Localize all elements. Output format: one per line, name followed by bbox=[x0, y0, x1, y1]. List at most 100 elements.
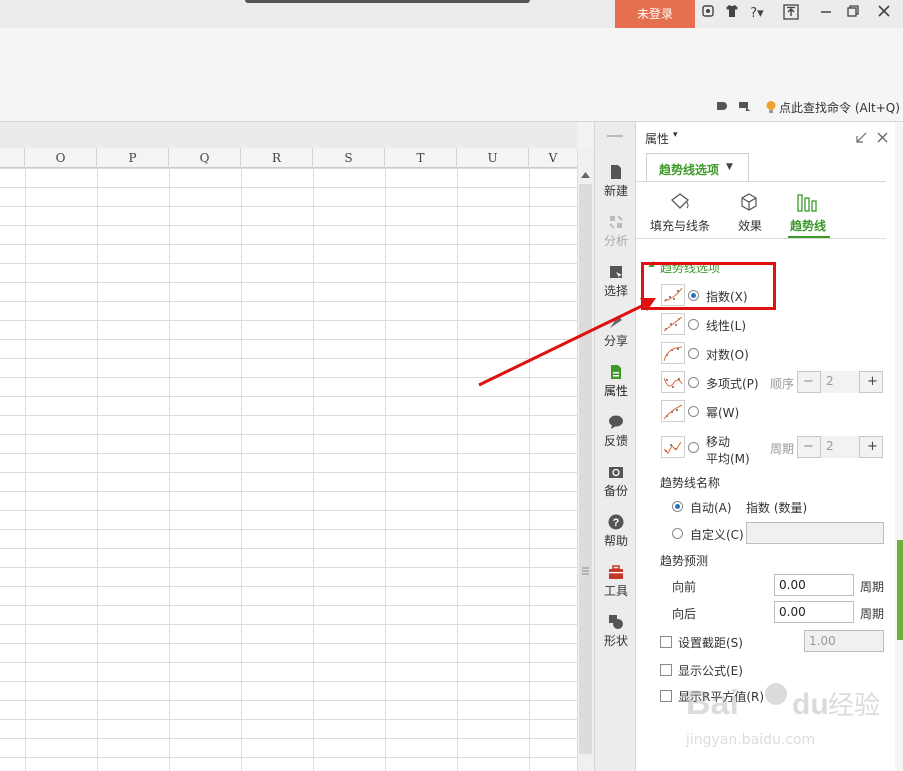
annotation-highlight-box bbox=[641, 262, 776, 310]
property-icon bbox=[611, 365, 621, 379]
radio-linear[interactable] bbox=[688, 319, 699, 330]
sidebar-item-shape[interactable]: 形状 bbox=[595, 608, 637, 656]
scroll-up-arrow-icon[interactable] bbox=[580, 168, 591, 182]
dropdown-divider bbox=[636, 181, 886, 182]
radio-log[interactable] bbox=[688, 348, 699, 359]
watermark-brand: Bai bbox=[686, 684, 739, 722]
share-icon bbox=[610, 316, 622, 328]
document-tab-indicator[interactable] bbox=[245, 0, 530, 3]
splitter-handle-icon[interactable] bbox=[580, 566, 591, 578]
doc-status-icon[interactable] bbox=[713, 100, 729, 116]
restore-icon[interactable] bbox=[842, 4, 864, 24]
polynomial-trend-icon bbox=[661, 371, 685, 393]
bar-chart-icon bbox=[797, 194, 817, 212]
column-header-q[interactable]: Q bbox=[169, 148, 241, 168]
column-header-u[interactable]: U bbox=[457, 148, 529, 168]
sidebar-item-tools[interactable]: 工具 bbox=[595, 558, 637, 606]
tab-trendline[interactable]: 趋势线 bbox=[788, 192, 830, 238]
command-search[interactable]: 点此查找命令 (Alt+Q) bbox=[779, 99, 900, 117]
cube-icon bbox=[741, 193, 757, 211]
plus-icon[interactable]: + bbox=[867, 439, 878, 454]
radio-polynomial[interactable] bbox=[688, 377, 699, 388]
column-header-v[interactable]: V bbox=[529, 148, 577, 168]
spreadsheet-grid[interactable] bbox=[0, 148, 577, 771]
checkbox-label-intercept[interactable]: 设置截距(S) bbox=[678, 634, 743, 651]
forecast-title: 趋势预测 bbox=[660, 554, 709, 568]
shirt-icon[interactable] bbox=[721, 4, 743, 24]
order-value-box[interactable]: 2 bbox=[820, 371, 860, 393]
column-header-o[interactable]: O bbox=[25, 148, 97, 168]
column-header-r[interactable]: R bbox=[241, 148, 313, 168]
panel-collapse-tab[interactable] bbox=[897, 540, 903, 640]
radio-label-log[interactable]: 对数(O) bbox=[706, 346, 749, 363]
column-header-p[interactable]: P bbox=[97, 148, 169, 168]
panel-title[interactable]: 属性 bbox=[645, 130, 669, 147]
shape-icon bbox=[609, 615, 623, 629]
formula-bar-area bbox=[0, 122, 577, 148]
radio-moving-average[interactable] bbox=[688, 442, 699, 453]
skin-icon[interactable] bbox=[697, 4, 719, 24]
sidebar-item-feedback[interactable]: 反馈 bbox=[595, 408, 637, 456]
sidebar-item-property[interactable]: 属性 bbox=[595, 358, 637, 406]
sidebar-item-label: 备份 bbox=[603, 484, 628, 498]
close-icon[interactable] bbox=[873, 4, 895, 24]
backward-input[interactable]: 0.00 bbox=[774, 601, 854, 623]
tab-label: 效果 bbox=[738, 219, 763, 233]
sidebar-item-help[interactable]: ? 帮助 bbox=[595, 508, 637, 556]
sidebar-grip[interactable] bbox=[607, 135, 623, 137]
sidebar-item-new[interactable]: 新建 bbox=[595, 158, 637, 206]
radio-custom-name[interactable] bbox=[672, 528, 683, 539]
radio-label-power[interactable]: 幂(W) bbox=[706, 404, 739, 421]
login-button[interactable]: 未登录 bbox=[615, 0, 695, 28]
tab-fill-line[interactable]: 填充与线条 bbox=[648, 192, 714, 234]
sidebar-item-select[interactable]: 选择 bbox=[595, 258, 637, 306]
column-header-s[interactable]: S bbox=[313, 148, 385, 168]
help-circle-icon: ? bbox=[608, 514, 624, 530]
plus-icon[interactable]: + bbox=[867, 374, 878, 389]
trendline-options-dropdown[interactable]: 趋势线选项 ▼ bbox=[646, 153, 749, 182]
column-header-t[interactable]: T bbox=[385, 148, 457, 168]
baidu-watermark: Bai du 经验 jingyan.baidu.com bbox=[680, 672, 890, 752]
sync-icon[interactable] bbox=[736, 100, 752, 116]
order-stepper[interactable]: − 2 + bbox=[797, 371, 883, 393]
minus-icon[interactable]: − bbox=[803, 374, 814, 389]
select-icon bbox=[610, 266, 622, 279]
order-value: 2 bbox=[826, 374, 834, 388]
checkbox-show-formula[interactable] bbox=[660, 664, 672, 676]
radio-label-custom[interactable]: 自定义(C) bbox=[690, 526, 744, 543]
radio-power[interactable] bbox=[688, 406, 699, 417]
radio-label-moving-average[interactable]: 移动 bbox=[706, 433, 730, 450]
column-header[interactable] bbox=[0, 148, 25, 168]
period-value-box[interactable]: 2 bbox=[820, 436, 860, 458]
sidebar-item-label: 新建 bbox=[603, 184, 628, 198]
scrollbar-thumb[interactable] bbox=[579, 184, 592, 754]
intercept-input[interactable]: 1.00 bbox=[804, 630, 884, 652]
sidebar-item-backup[interactable]: 备份 bbox=[595, 458, 637, 506]
panel-right-edge bbox=[895, 122, 903, 771]
checkbox-intercept[interactable] bbox=[660, 636, 672, 648]
backward-unit: 周期 bbox=[860, 607, 885, 621]
panel-title-caret-icon[interactable]: ▾ bbox=[673, 130, 678, 140]
help-icon[interactable]: ?▾ bbox=[745, 4, 769, 24]
radio-label-polynomial[interactable]: 多项式(P) bbox=[706, 375, 759, 392]
panel-close-icon[interactable] bbox=[877, 132, 888, 143]
sidebar-item-label: 分析 bbox=[603, 234, 628, 248]
radio-label-moving-average-2[interactable]: 平均(M) bbox=[706, 450, 750, 467]
radio-label-linear[interactable]: 线性(L) bbox=[706, 317, 746, 334]
period-stepper[interactable]: − 2 + bbox=[797, 436, 883, 458]
tab-effect[interactable]: 效果 bbox=[736, 192, 766, 234]
minus-icon[interactable]: − bbox=[803, 439, 814, 454]
sidebar-item-share[interactable]: 分享 bbox=[595, 308, 637, 356]
sidebar-item-label: 形状 bbox=[603, 634, 628, 648]
column-header-row: O P Q R S T U V bbox=[0, 148, 577, 168]
radio-auto-name[interactable] bbox=[672, 501, 683, 512]
sidebar-item-label: 分享 bbox=[603, 334, 628, 348]
upload-icon[interactable] bbox=[780, 4, 802, 24]
custom-name-input[interactable] bbox=[746, 522, 884, 544]
checkbox-show-r2[interactable] bbox=[660, 690, 672, 702]
sidebar-item-analysis[interactable]: 分析 bbox=[595, 208, 637, 256]
dock-icon[interactable] bbox=[856, 132, 867, 143]
minimize-icon[interactable] bbox=[815, 4, 837, 24]
radio-label-auto[interactable]: 自动(A) bbox=[690, 499, 732, 516]
forward-input[interactable]: 0.00 bbox=[774, 574, 854, 596]
